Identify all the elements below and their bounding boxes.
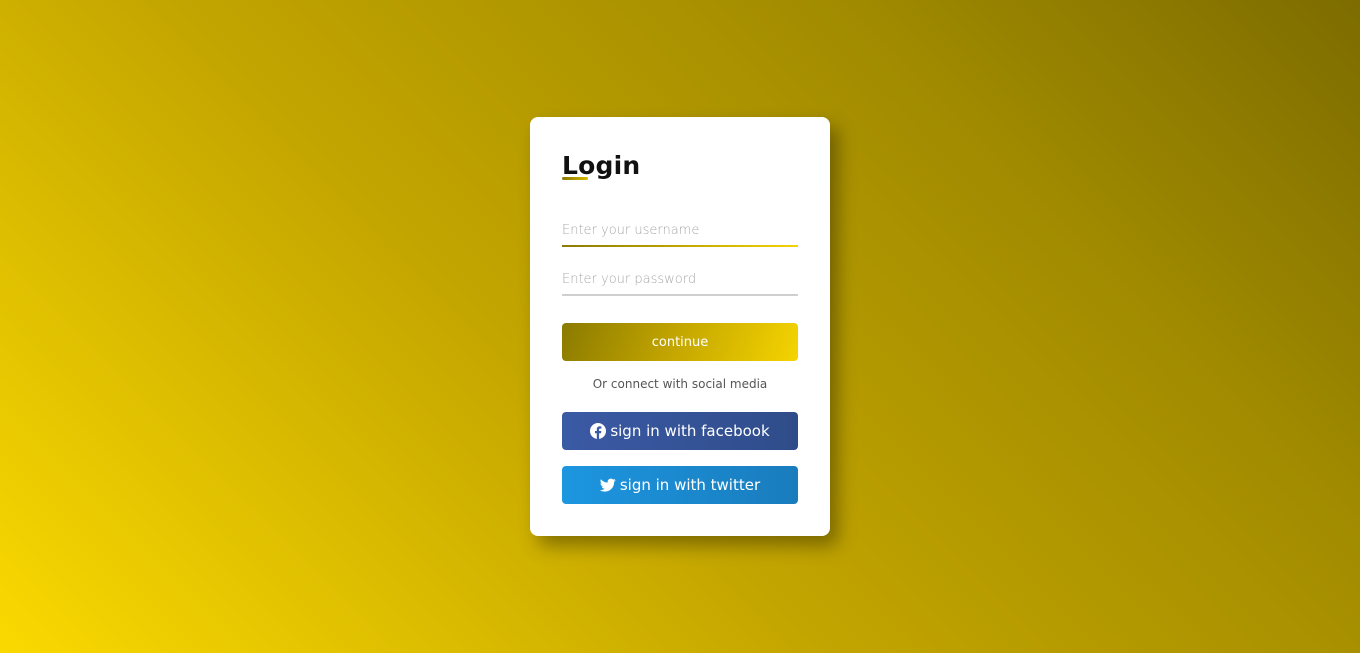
username-field[interactable] (562, 213, 798, 247)
social-divider-text: Or connect with social media (592, 377, 768, 391)
facebook-signin-button[interactable]: sign in with facebook (562, 412, 798, 450)
facebook-icon (590, 423, 607, 439)
username-underline (562, 245, 798, 247)
continue-button[interactable]: continue (562, 323, 798, 361)
password-field[interactable] (562, 262, 798, 296)
password-input[interactable] (562, 262, 798, 296)
login-card: Login continue Or connect with social me… (530, 117, 830, 536)
twitter-signin-button[interactable]: sign in with twitter (562, 466, 798, 504)
page-title: Login (562, 151, 641, 180)
username-input[interactable] (562, 213, 798, 247)
title-underline (562, 177, 588, 180)
twitter-icon (599, 477, 616, 493)
twitter-button-label: sign in with twitter (619, 476, 761, 494)
facebook-button-label: sign in with facebook (610, 422, 770, 440)
continue-button-label: continue (651, 334, 709, 350)
password-underline (562, 294, 798, 296)
